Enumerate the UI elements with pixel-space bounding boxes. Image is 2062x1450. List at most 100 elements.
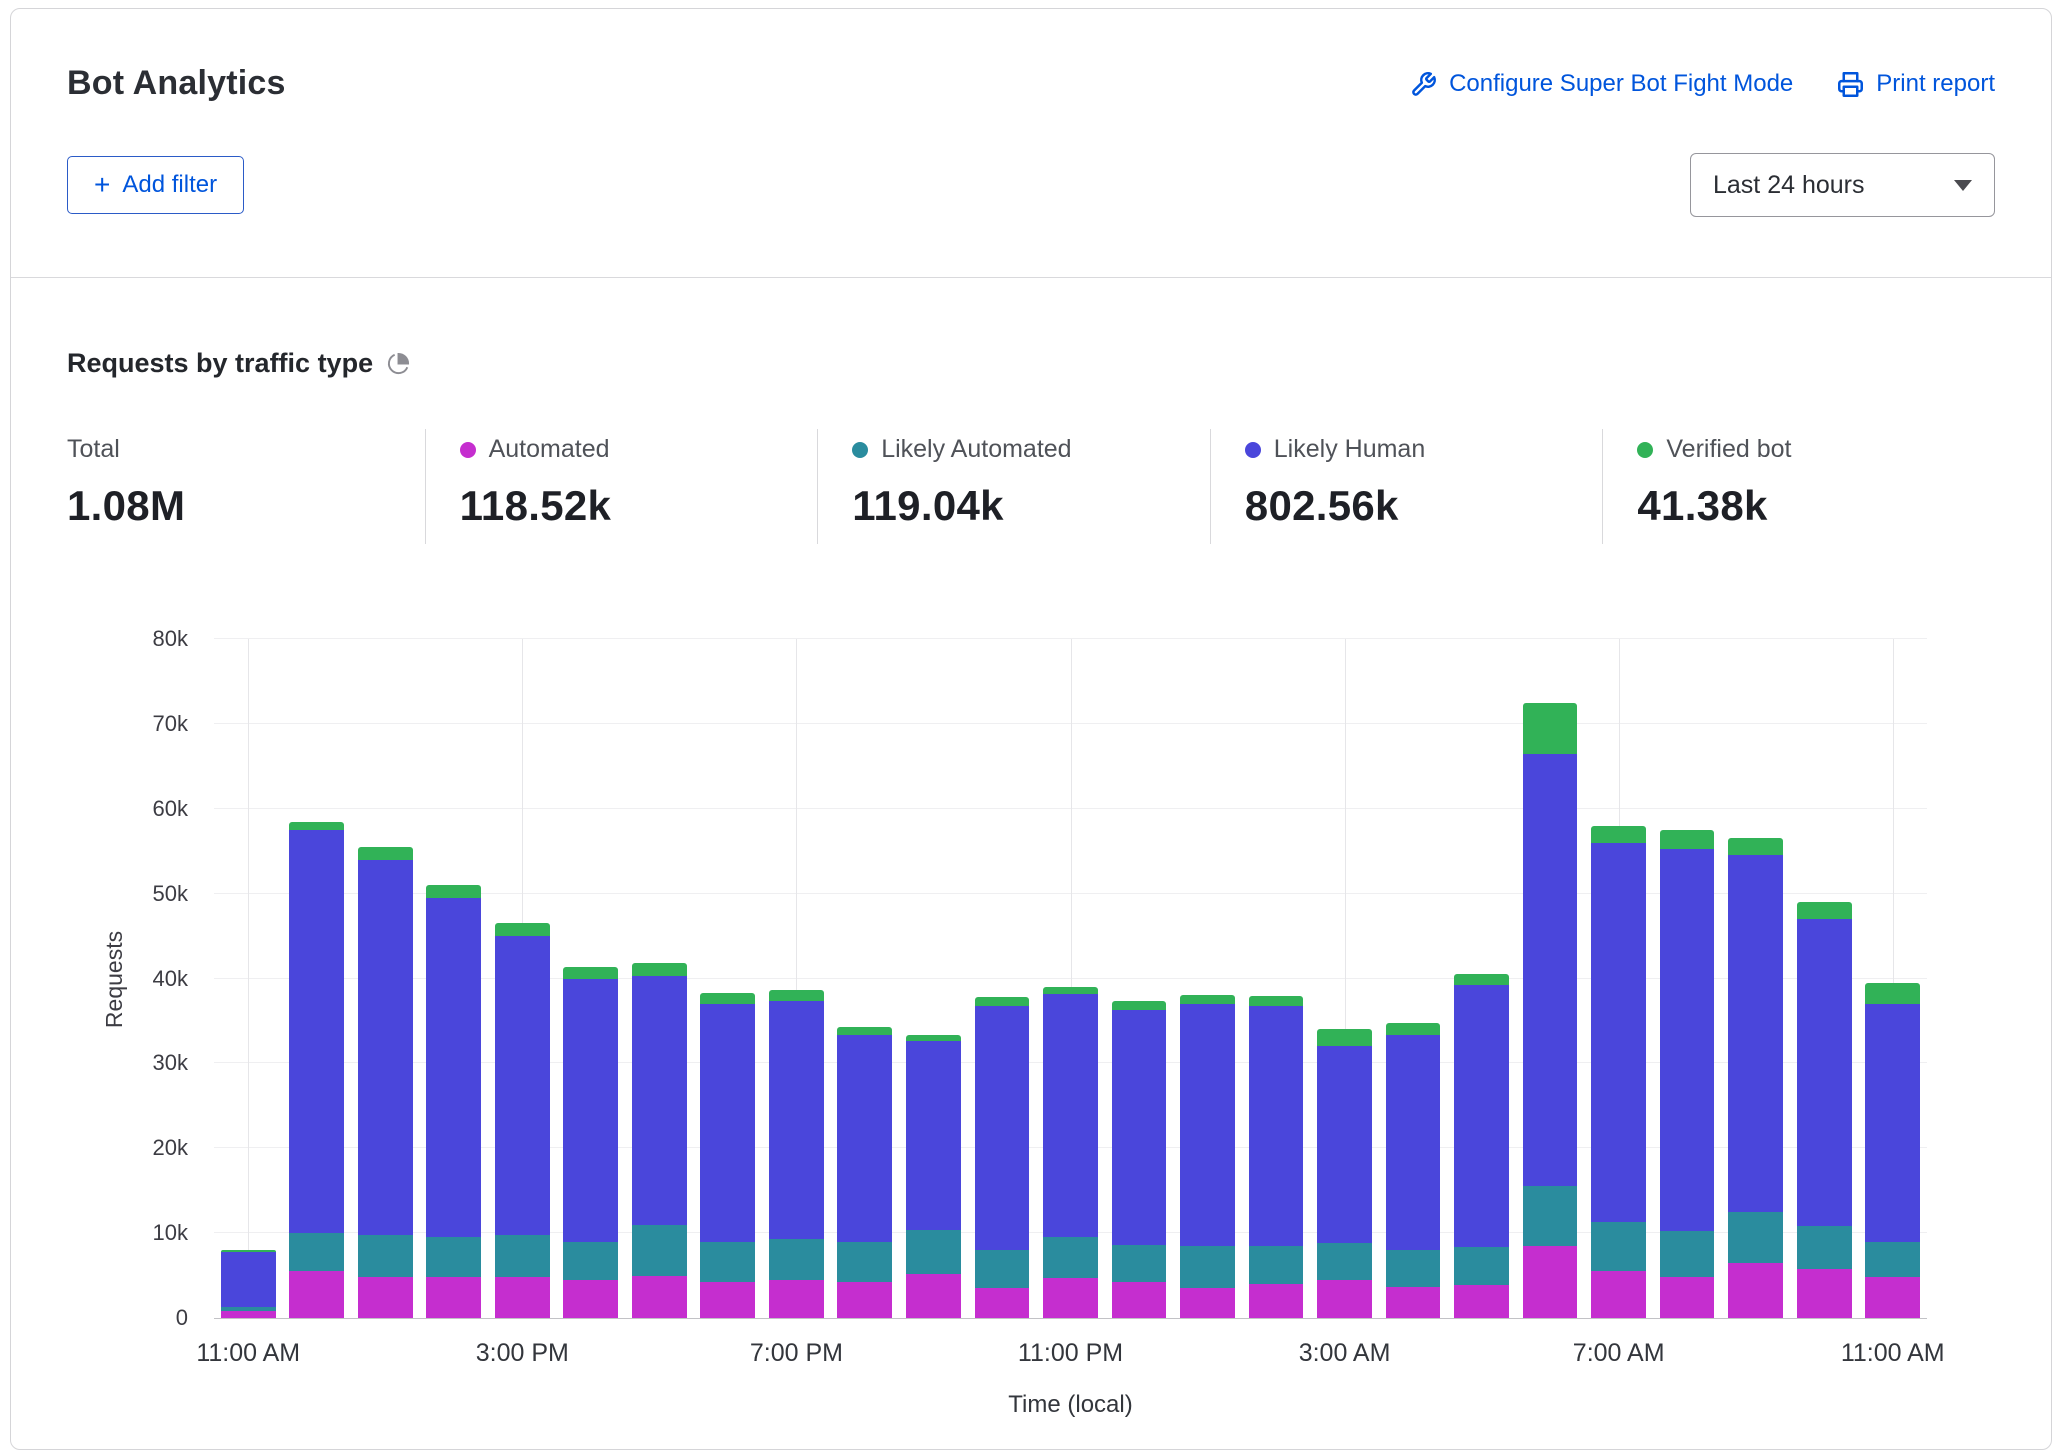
bar-segment-likely-automated [1523,1186,1578,1245]
bar-segment-automated [1591,1271,1646,1318]
bar-segment-likely-automated [1454,1247,1509,1285]
bar-segment-likely-human [1386,1035,1441,1250]
toolbar: + Add filter Last 24 hours [67,153,1995,217]
bar-segment-automated [1249,1284,1304,1318]
stacked-bar [221,639,276,1318]
bar-segment-likely-human [1865,1004,1920,1242]
bar-segment-likely-automated [495,1235,550,1277]
bar-slot [283,639,352,1318]
bar-segment-verified-bot [1797,902,1852,919]
stat-dot-4 [1637,442,1653,458]
bar-segment-likely-human [1249,1006,1304,1246]
add-filter-button[interactable]: + Add filter [67,156,244,214]
bot-analytics-card: Bot Analytics Configure Super Bot Fight … [10,8,2052,1450]
y-tick-label: 60k [153,796,188,822]
bar-segment-likely-automated [1797,1226,1852,1268]
x-tick-label: 11:00 PM [1018,1339,1123,1368]
bar-slot [1379,639,1448,1318]
stacked-bar [906,639,961,1318]
bar-segment-likely-automated [1043,1237,1098,1279]
wrench-icon [1410,71,1437,98]
stacked-bar [1317,639,1372,1318]
bar-segment-automated [495,1277,550,1318]
y-tick-label: 30k [153,1050,188,1076]
stacked-bar [1386,639,1441,1318]
bar-slot [899,639,968,1318]
bar-segment-likely-human [221,1252,276,1307]
bar-segment-likely-human [975,1006,1030,1250]
stat-automated: Automated 118.52k [425,429,818,544]
stacked-bar [1180,639,1235,1318]
bar-segment-verified-bot [1249,996,1304,1006]
bar-segment-likely-human [1112,1010,1167,1245]
stat-total: Total 1.08M [67,429,425,544]
section-title: Requests by traffic type [67,348,373,379]
bar-segment-likely-human [495,936,550,1235]
stat-label-total: Total [67,435,120,464]
stat-value-verified-bot: 41.38k [1637,482,1985,530]
print-report-link[interactable]: Print report [1837,70,1995,98]
bar-segment-verified-bot [1523,703,1578,754]
stacked-bar [358,639,413,1318]
bar-segment-automated [700,1282,755,1318]
bar-slot [1310,639,1379,1318]
time-range-select[interactable]: Last 24 hours [1690,153,1995,217]
y-tick-label: 50k [153,881,188,907]
bar-segment-verified-bot [1865,983,1920,1004]
bar-segment-likely-automated [1386,1250,1441,1286]
bar-segment-likely-human [906,1041,961,1229]
stat-label-likely-automated: Likely Automated [881,435,1071,464]
bar-segment-likely-human [1797,919,1852,1226]
bar-segment-likely-automated [1591,1222,1646,1271]
bar-slot [1858,639,1927,1318]
bar-segment-likely-human [769,1001,824,1239]
x-tick-label: 11:00 AM [196,1339,300,1368]
requests-chart: Requests 010k20k30k40k50k60k70k80k 11:00… [67,639,1995,1439]
stacked-bar [563,639,618,1318]
stacked-bar [426,639,481,1318]
bar-segment-automated [1112,1282,1167,1318]
x-tick-label: 3:00 AM [1299,1339,1391,1368]
bar-slot [968,639,1037,1318]
stacked-bar [700,639,755,1318]
bar-segment-automated [1317,1280,1372,1318]
y-tick-label: 80k [153,626,188,652]
stacked-bar [632,639,687,1318]
x-tick-label: 11:00 AM [1841,1339,1945,1368]
requests-section: Requests by traffic type Total 1.08M Aut… [67,278,1995,1449]
bar-segment-automated [426,1277,481,1318]
y-tick-label: 0 [176,1305,188,1331]
stacked-bar [1454,639,1509,1318]
bar-segment-likely-automated [426,1237,481,1278]
bar-segment-likely-human [563,979,618,1242]
y-tick-label: 20k [153,1135,188,1161]
bar-slot [831,639,900,1318]
bar-slot [1036,639,1105,1318]
bar-segment-verified-bot [1386,1023,1441,1036]
bar-segment-likely-automated [769,1239,824,1280]
stacked-bar [1728,639,1783,1318]
bar-segment-likely-human [700,1004,755,1242]
bar-slot [1790,639,1859,1318]
stat-value-total: 1.08M [67,482,415,530]
stat-dot-2 [852,442,868,458]
stat-verified-bot: Verified bot 41.38k [1602,429,1995,544]
stacked-bar [1591,639,1646,1318]
bar-slot [1584,639,1653,1318]
bar-segment-likely-human [1180,1004,1235,1246]
configure-super-bot-fight-mode-link[interactable]: Configure Super Bot Fight Mode [1410,70,1793,98]
bar-segment-likely-automated [563,1242,618,1280]
bar-segment-automated [289,1271,344,1318]
y-tick-label: 70k [153,711,188,737]
y-tick-label: 40k [153,966,188,992]
y-axis-title: Requests [85,639,145,1319]
bar-segment-likely-automated [837,1242,892,1282]
bar-segment-automated [221,1311,276,1318]
bar-segment-likely-automated [632,1225,687,1276]
bar-segment-verified-bot [632,963,687,976]
bar-segment-automated [1865,1277,1920,1318]
plus-icon: + [94,175,110,195]
bar-segment-likely-automated [1728,1212,1783,1263]
bar-segment-automated [769,1280,824,1318]
bar-segment-automated [1797,1269,1852,1318]
